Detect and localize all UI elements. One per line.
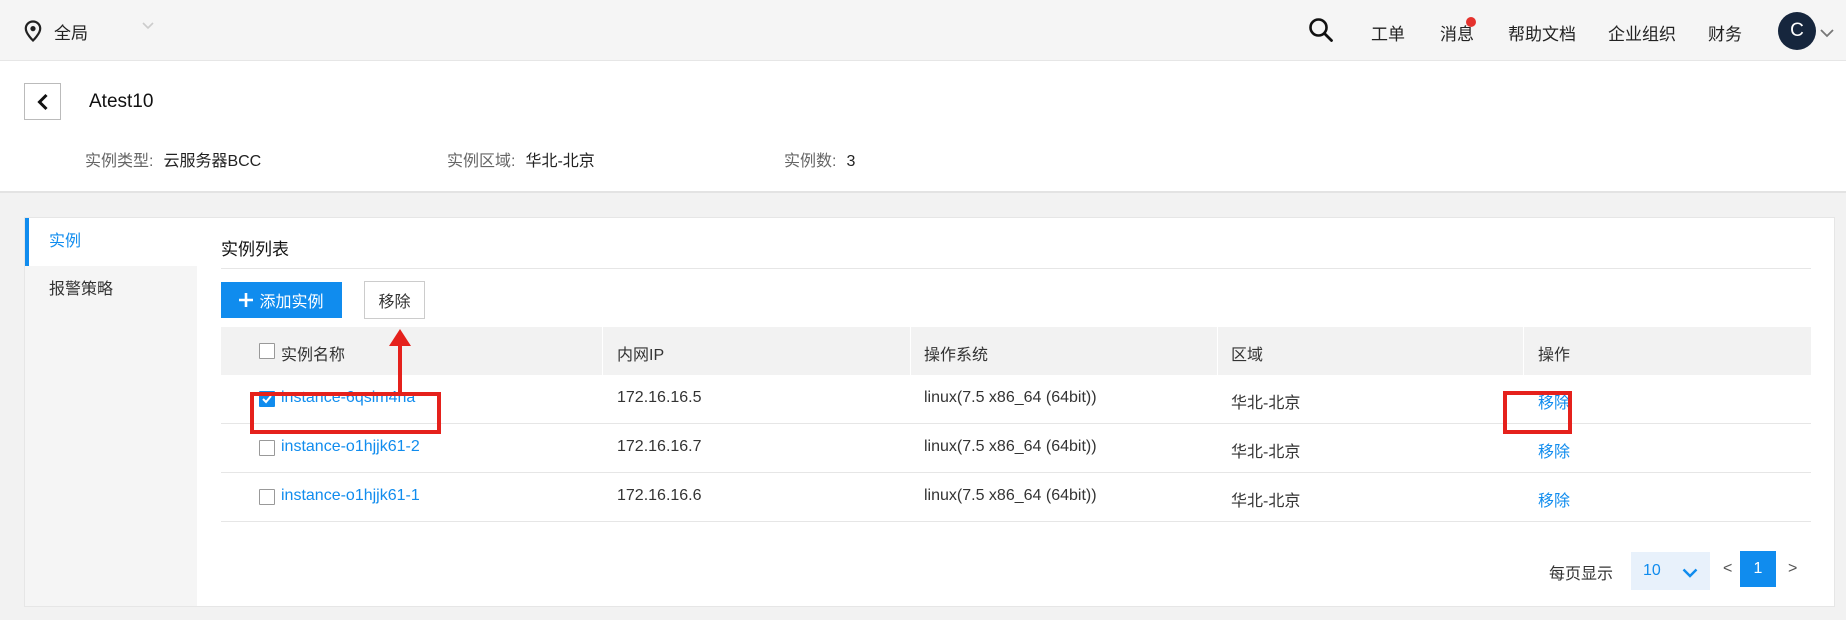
annotation-arrow xyxy=(389,329,411,392)
